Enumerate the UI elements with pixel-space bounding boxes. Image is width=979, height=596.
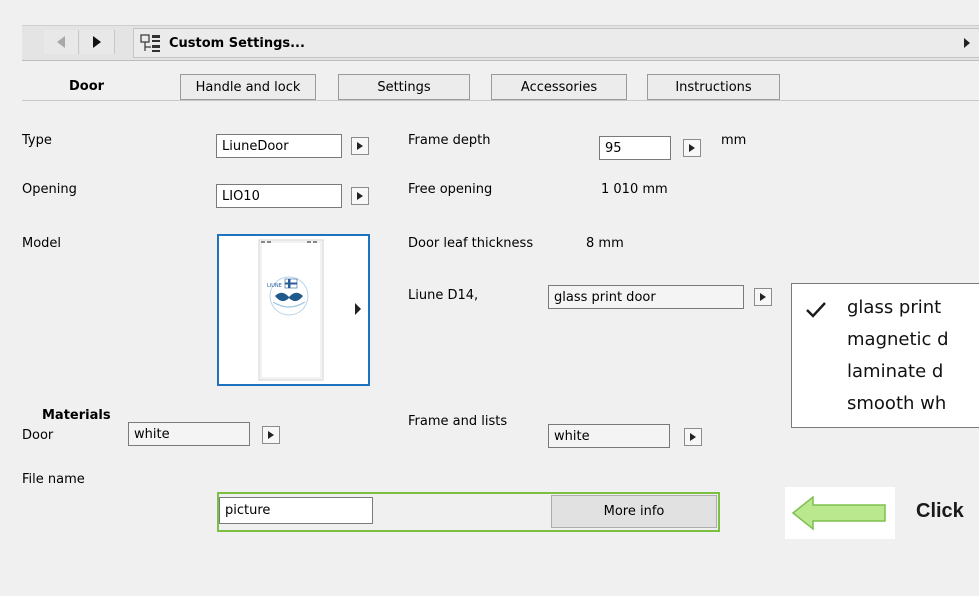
door-style-dropdown: glass print magnetic d laminate d smooth… (791, 283, 979, 428)
more-info-label: More info (603, 504, 665, 519)
play-icon (268, 431, 274, 439)
tab-settings-label: Settings (377, 79, 431, 95)
logo-text: LIUNE (267, 283, 282, 289)
type-field[interactable]: LiuneDoor (216, 134, 342, 158)
back-button[interactable] (44, 30, 79, 54)
file-name-label: File name (22, 472, 85, 487)
dropdown-option[interactable]: smooth wh (847, 393, 946, 414)
free-opening-value: 1 010 mm (601, 182, 668, 197)
tab-handle-and-lock-label: Handle and lock (195, 79, 301, 95)
door-material-field[interactable]: white (128, 422, 250, 446)
tab-handle-and-lock[interactable]: Handle and lock (180, 74, 316, 100)
tab-instructions[interactable]: Instructions (647, 74, 780, 100)
type-picker-button[interactable] (351, 137, 369, 155)
door-style-dropdown-button[interactable] (754, 288, 772, 306)
hint-text: Click (916, 500, 964, 522)
checkmark-icon (806, 302, 826, 318)
door-leaf-thickness-value: 8 mm (586, 236, 624, 251)
tab-divider (22, 100, 979, 101)
settings-selector[interactable]: Custom Settings... (133, 28, 979, 58)
door-material-label: Door (22, 428, 54, 443)
dropdown-option[interactable]: magnetic d (847, 329, 949, 350)
dropdown-option[interactable]: glass print (847, 297, 941, 318)
opening-label: Opening (22, 182, 77, 197)
play-icon (357, 142, 363, 150)
file-name-input[interactable]: picture (219, 497, 373, 524)
model-label: Model (22, 236, 62, 251)
chevron-right-icon (93, 36, 101, 48)
door-material-button[interactable] (262, 426, 280, 444)
tab-instructions-label: Instructions (675, 79, 752, 95)
tab-accessories-label: Accessories (520, 79, 598, 95)
settings-title: Custom Settings... (169, 35, 305, 51)
materials-heading: Materials (42, 408, 111, 423)
tab-accessories[interactable]: Accessories (491, 74, 627, 100)
chevron-right-icon (964, 38, 970, 48)
tab-door[interactable]: Door (69, 79, 104, 94)
opening-field[interactable]: LIO10 (216, 184, 342, 208)
frame-depth-field[interactable]: 95 (599, 136, 671, 160)
door-leaf-thickness-label: Door leaf thickness (408, 236, 534, 251)
free-opening-label: Free opening (408, 182, 493, 197)
frame-depth-button[interactable] (683, 139, 701, 157)
play-icon (760, 293, 766, 301)
chevron-left-icon (57, 36, 65, 48)
frame-depth-unit: mm (721, 133, 747, 148)
forward-button[interactable] (80, 30, 115, 54)
more-info-button[interactable]: More info (551, 495, 717, 528)
toolbar: Custom Settings... (22, 25, 979, 61)
opening-picker-button[interactable] (351, 187, 369, 205)
dropdown-option[interactable]: laminate d (847, 361, 943, 382)
play-icon (689, 144, 695, 152)
frame-lists-button[interactable] (684, 428, 702, 446)
play-icon (690, 433, 696, 441)
tab-settings[interactable]: Settings (338, 74, 470, 100)
frame-depth-label: Frame depth (408, 133, 491, 148)
door-style-select[interactable]: glass print door (548, 285, 744, 309)
type-label: Type (22, 133, 52, 148)
frame-lists-label: Frame and lists (408, 414, 508, 429)
settings-tree-icon (140, 34, 160, 52)
arrow-left-icon (791, 495, 886, 531)
frame-lists-field[interactable]: white (548, 424, 670, 448)
liune-d14-label: Liune D14, (408, 288, 479, 303)
play-icon (357, 192, 363, 200)
hint-arrow-box (785, 487, 895, 539)
model-next-icon[interactable] (354, 303, 362, 315)
door-model-image: LIUNE (258, 239, 324, 381)
model-preview[interactable]: LIUNE (217, 234, 370, 386)
